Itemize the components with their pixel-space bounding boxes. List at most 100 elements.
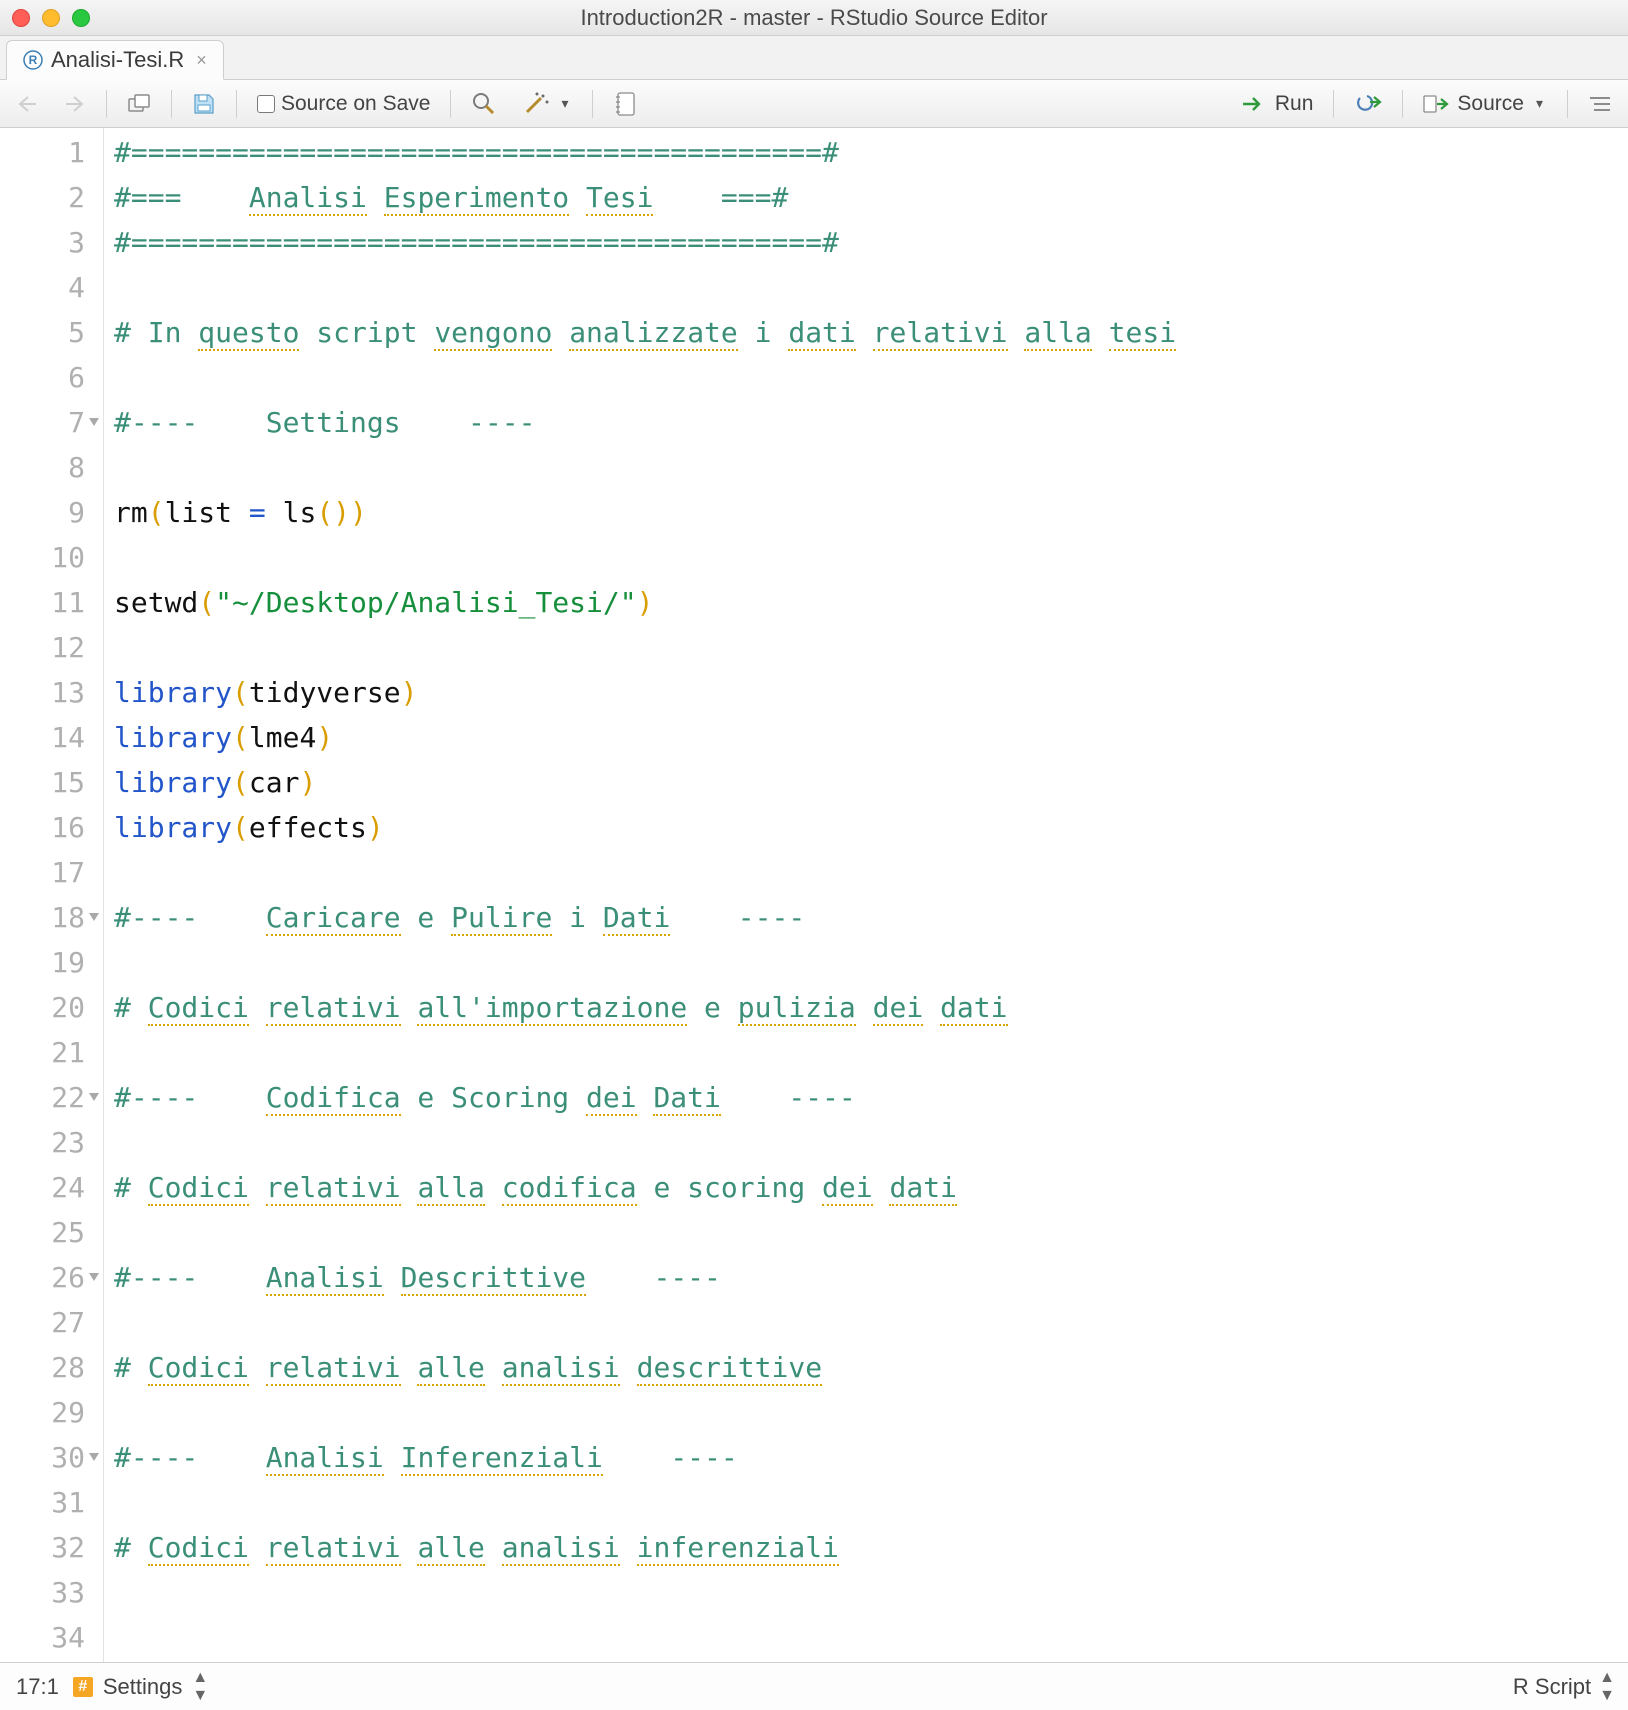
line-number[interactable]: 24 xyxy=(0,1165,103,1210)
svg-text:R: R xyxy=(29,53,38,67)
rerun-button[interactable] xyxy=(1348,90,1388,118)
code-line[interactable] xyxy=(114,265,1628,310)
find-replace-button[interactable] xyxy=(465,87,503,121)
line-number[interactable]: 3 xyxy=(0,220,103,265)
code-line[interactable]: #---- Caricare e Pulire i Dati ---- xyxy=(114,895,1628,940)
code-line[interactable]: library(effects) xyxy=(114,805,1628,850)
line-number[interactable]: 5 xyxy=(0,310,103,355)
run-button[interactable]: Run xyxy=(1235,88,1320,120)
line-number[interactable]: 13 xyxy=(0,670,103,715)
line-number[interactable]: 11 xyxy=(0,580,103,625)
rerun-icon xyxy=(1354,94,1382,114)
outline-button[interactable] xyxy=(1582,90,1618,118)
code-line[interactable] xyxy=(114,355,1628,400)
line-number[interactable]: 25 xyxy=(0,1210,103,1255)
line-number[interactable]: 23 xyxy=(0,1120,103,1165)
save-button[interactable] xyxy=(186,88,222,120)
code-line[interactable] xyxy=(114,1390,1628,1435)
line-number[interactable]: 33 xyxy=(0,1570,103,1615)
code-line[interactable]: # In questo script vengono analizzate i … xyxy=(114,310,1628,355)
line-number[interactable]: 30 xyxy=(0,1435,103,1480)
code-line[interactable] xyxy=(114,850,1628,895)
code-line[interactable]: #=======================================… xyxy=(114,130,1628,175)
compile-report-button[interactable] xyxy=(607,87,643,121)
line-number[interactable]: 16 xyxy=(0,805,103,850)
nav-back-button[interactable] xyxy=(10,91,44,117)
code-line[interactable]: #---- Analisi Descrittive ---- xyxy=(114,1255,1628,1300)
code-line[interactable]: library(car) xyxy=(114,760,1628,805)
code-line[interactable]: #---- Settings ---- xyxy=(114,400,1628,445)
close-window-button[interactable] xyxy=(12,9,30,27)
code-line[interactable]: # Codici relativi alle analisi descritti… xyxy=(114,1345,1628,1390)
filetype-label[interactable]: R Script xyxy=(1513,1674,1591,1700)
file-tabbar: R Analisi-Tesi.R × xyxy=(0,36,1628,80)
file-tab-analisi-tesi[interactable]: R Analisi-Tesi.R × xyxy=(6,40,224,80)
line-number[interactable]: 28 xyxy=(0,1345,103,1390)
line-number[interactable]: 27 xyxy=(0,1300,103,1345)
popout-icon xyxy=(127,93,151,115)
code-line[interactable] xyxy=(114,1480,1628,1525)
minimize-window-button[interactable] xyxy=(42,9,60,27)
line-number[interactable]: 17 xyxy=(0,850,103,895)
code-area[interactable]: #=======================================… xyxy=(104,128,1628,1662)
line-number[interactable]: 26 xyxy=(0,1255,103,1300)
line-number[interactable]: 14 xyxy=(0,715,103,760)
line-number[interactable]: 8 xyxy=(0,445,103,490)
code-line[interactable]: # Codici relativi alla codifica e scorin… xyxy=(114,1165,1628,1210)
line-gutter[interactable]: 1234567891011121314151617181920212223242… xyxy=(0,128,104,1662)
arrow-left-icon xyxy=(16,95,38,113)
window-titlebar: Introduction2R - master - RStudio Source… xyxy=(0,0,1628,36)
close-tab-icon[interactable]: × xyxy=(192,50,207,71)
line-number[interactable]: 1 xyxy=(0,130,103,175)
section-navigator[interactable]: # Settings ▲▼ xyxy=(73,1669,205,1705)
code-line[interactable] xyxy=(114,1030,1628,1075)
code-line[interactable] xyxy=(114,1120,1628,1165)
code-line[interactable]: # Codici relativi alle analisi inferenzi… xyxy=(114,1525,1628,1570)
code-line[interactable] xyxy=(114,1300,1628,1345)
source-on-save-toggle[interactable]: Source on Save xyxy=(251,88,436,120)
zoom-window-button[interactable] xyxy=(72,9,90,27)
code-line[interactable] xyxy=(114,1570,1628,1615)
source-editor[interactable]: 1234567891011121314151617181920212223242… xyxy=(0,128,1628,1662)
line-number[interactable]: 32 xyxy=(0,1525,103,1570)
show-in-new-window-button[interactable] xyxy=(121,89,157,119)
code-line[interactable] xyxy=(114,1210,1628,1255)
source-on-save-label: Source on Save xyxy=(281,92,430,116)
run-label: Run xyxy=(1275,92,1314,116)
line-number[interactable]: 21 xyxy=(0,1030,103,1075)
code-line[interactable]: # Codici relativi all'importazione e pul… xyxy=(114,985,1628,1030)
code-line[interactable]: setwd("~/Desktop/Analisi_Tesi/") xyxy=(114,580,1628,625)
line-number[interactable]: 34 xyxy=(0,1615,103,1660)
code-line[interactable]: library(lme4) xyxy=(114,715,1628,760)
wand-icon xyxy=(523,92,551,116)
code-line[interactable] xyxy=(114,535,1628,580)
line-number[interactable]: 20 xyxy=(0,985,103,1030)
code-line[interactable] xyxy=(114,940,1628,985)
line-number[interactable]: 2 xyxy=(0,175,103,220)
line-number[interactable]: 29 xyxy=(0,1390,103,1435)
code-line[interactable]: #=== Analisi Esperimento Tesi ===# xyxy=(114,175,1628,220)
line-number[interactable]: 10 xyxy=(0,535,103,580)
line-number[interactable]: 18 xyxy=(0,895,103,940)
code-line[interactable]: rm(list = ls()) xyxy=(114,490,1628,535)
line-number[interactable]: 12 xyxy=(0,625,103,670)
code-line[interactable]: #---- Analisi Inferenziali ---- xyxy=(114,1435,1628,1480)
line-number[interactable]: 4 xyxy=(0,265,103,310)
code-line[interactable] xyxy=(114,1615,1628,1660)
source-button[interactable]: Source ▾ xyxy=(1417,88,1553,120)
code-line[interactable]: #---- Codifica e Scoring dei Dati ---- xyxy=(114,1075,1628,1120)
nav-forward-button[interactable] xyxy=(58,91,92,117)
code-tools-button[interactable]: ▾ xyxy=(517,88,578,120)
chevron-down-icon: ▾ xyxy=(1532,95,1547,112)
line-number[interactable]: 6 xyxy=(0,355,103,400)
line-number[interactable]: 22 xyxy=(0,1075,103,1120)
line-number[interactable]: 15 xyxy=(0,760,103,805)
line-number[interactable]: 19 xyxy=(0,940,103,985)
code-line[interactable]: #=======================================… xyxy=(114,220,1628,265)
code-line[interactable]: library(tidyverse) xyxy=(114,670,1628,715)
line-number[interactable]: 31 xyxy=(0,1480,103,1525)
line-number[interactable]: 7 xyxy=(0,400,103,445)
code-line[interactable] xyxy=(114,625,1628,670)
code-line[interactable] xyxy=(114,445,1628,490)
line-number[interactable]: 9 xyxy=(0,490,103,535)
